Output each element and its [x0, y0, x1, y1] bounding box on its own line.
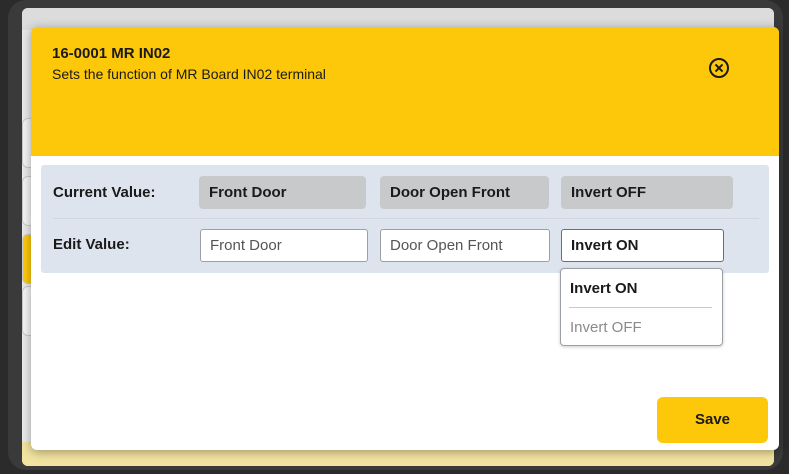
- dropdown-separator: [569, 307, 712, 308]
- dialog-title: 16-0001 MR IN02: [52, 45, 171, 62]
- dialog-subtitle: Sets the function of MR Board IN02 termi…: [52, 66, 326, 82]
- dialog-header: 16-0001 MR IN02 Sets the function of MR …: [31, 27, 779, 156]
- parameter-dialog: 16-0001 MR IN02 Sets the function of MR …: [31, 27, 779, 450]
- dropdown-option-invert-off[interactable]: Invert OFF: [570, 319, 642, 336]
- close-icon[interactable]: [709, 58, 729, 78]
- edit-value-label: Edit Value:: [53, 236, 130, 253]
- panel-divider: [53, 218, 759, 219]
- invert-dropdown-menu: Invert ON Invert OFF: [560, 268, 723, 346]
- dropdown-option-invert-on[interactable]: Invert ON: [570, 280, 638, 297]
- edit-mode-field[interactable]: Door Open Front: [380, 229, 550, 262]
- current-value-function: Front Door: [199, 176, 366, 209]
- current-value-invert: Invert OFF: [561, 176, 733, 209]
- save-button[interactable]: Save: [657, 397, 768, 443]
- edit-invert-select[interactable]: Invert ON: [561, 229, 724, 262]
- current-value-mode: Door Open Front: [380, 176, 549, 209]
- edit-function-field[interactable]: Front Door: [200, 229, 368, 262]
- values-panel: Current Value: Front Door Door Open Fron…: [41, 165, 769, 273]
- current-value-label: Current Value:: [53, 184, 156, 201]
